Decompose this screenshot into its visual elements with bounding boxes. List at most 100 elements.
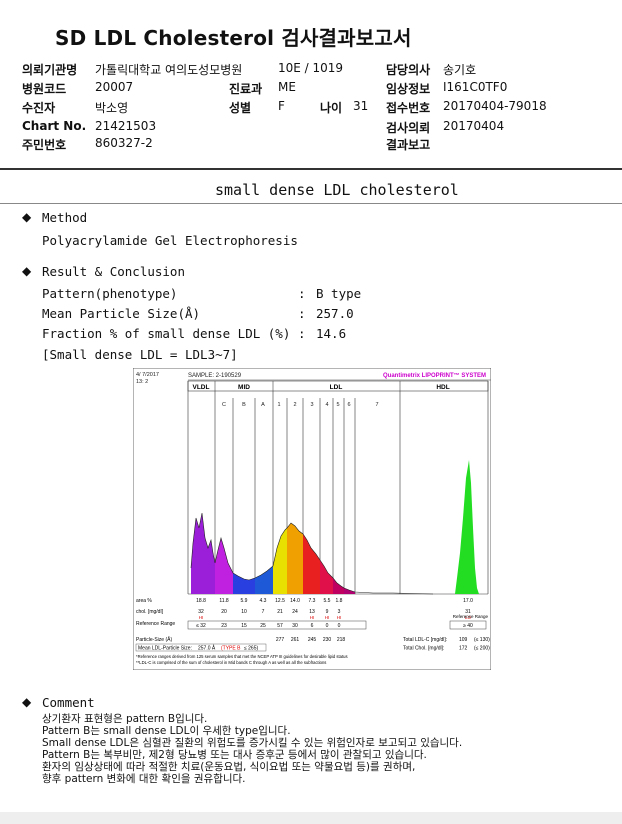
doctor-label: 담당의사 [386, 63, 431, 77]
chart-no-value: 21421503 [95, 119, 157, 133]
area-value: 5.9 [241, 598, 248, 604]
mean-ldl-label: Mean LDL-Particle Size: [138, 646, 192, 652]
footnote-2: **LDL-C is comprised of the sum of chole… [136, 660, 326, 665]
ref-value: 57 [277, 623, 283, 629]
chart-sample: SAMPLE: 2-190529 [188, 373, 242, 379]
page-bottom-bar [0, 812, 622, 824]
chart-time: 13: 2 [136, 379, 148, 385]
area-value: 11.8 [219, 598, 229, 604]
area-value: 5.5 [324, 598, 331, 604]
dept-value: ME [278, 80, 296, 94]
chol-value: 21 [277, 609, 283, 615]
footnote-1: *Reference ranges derived from 125 serum… [136, 654, 348, 659]
particle-size-label: Mean Particle Size(Å) [42, 306, 201, 321]
fraction-sep: : [298, 326, 306, 341]
title-divider [0, 203, 622, 204]
hdl-label: HDL [436, 384, 449, 391]
particle-size-value: 218 [337, 637, 346, 643]
band-c-label: C [222, 402, 226, 408]
mean-ldl-type: (TYPE B [221, 646, 241, 652]
method-value: Polyacrylamide Gel Electrophoresis [42, 233, 298, 248]
area-value: 1.8 [336, 598, 343, 604]
hospital-label: 의뢰기관명 [22, 63, 78, 77]
band-1-label: 1 [277, 402, 280, 408]
receipt-label: 접수번호 [386, 101, 431, 115]
particle-size-value: 257.0 [316, 306, 354, 321]
area-value: 12.5 [275, 598, 285, 604]
particle-size-value: 230 [323, 637, 332, 643]
ref-label: Reference Range [136, 621, 175, 627]
chol-flag: HI [337, 615, 342, 620]
comment-line: 상기환자 표현형은 pattern B입니다. [42, 713, 208, 725]
particle-size-value: 261 [291, 637, 300, 643]
chol-flag: HI [199, 615, 204, 620]
result-bullet-icon: ◆ [22, 264, 32, 278]
ref-value: 25 [260, 623, 266, 629]
area-value: 4.3 [260, 598, 267, 604]
hospital-value: 가톨릭대학교 여의도성모병원 [95, 63, 243, 77]
code-value: 20007 [95, 80, 134, 94]
pattern-value: B type [316, 286, 362, 301]
band-3-label: 3 [310, 402, 313, 408]
ref-value: ≥ 40 [463, 623, 473, 629]
result-heading: Result & Conclusion [42, 264, 185, 279]
report-date-label: 결과보고 [386, 138, 431, 152]
pattern-label: Pattern(phenotype) [42, 286, 178, 301]
area-value: 18.8 [196, 598, 206, 604]
section-title: small dense LDL cholesterol [215, 181, 459, 199]
chol-flag: HI [310, 615, 315, 620]
band-a-label: A [261, 402, 265, 408]
chart-brand: Quantimetrix LIPOPRINT™ SYSTEM [383, 372, 486, 379]
ref-value: 15 [241, 623, 247, 629]
comment-heading: Comment [42, 695, 95, 710]
report-title: SD LDL Cholesterol 검사결과보고서 [55, 26, 412, 50]
mean-ldl-value: 257.0 Å [198, 645, 216, 652]
chol-value: 24 [292, 609, 298, 615]
receipt-value: 20170404-79018 [443, 99, 547, 113]
sex-label: 성별 [229, 101, 252, 115]
area-value: 14.0 [290, 598, 300, 604]
band-2-label: 2 [293, 402, 296, 408]
patient-label: 수진자 [22, 101, 56, 115]
total-ldl-value: 109 [459, 637, 468, 643]
chol-flag: HI [325, 615, 330, 620]
age-label: 나이 [320, 101, 343, 115]
total-chol-label: Total Chol. [mg/dl]: [403, 646, 444, 652]
chol-value: 20 [221, 609, 227, 615]
particle-size-row-label: Particle-Size (Å) [136, 636, 172, 643]
band-4-label: 4 [325, 402, 328, 408]
comment-line: Pattern B는 복부비만, 제2형 당뇨병 또는 대사 증후군 등에서 많… [42, 749, 427, 761]
chol-label: chol. [mg/dl] [136, 609, 164, 615]
area-label: area % [136, 598, 152, 604]
method-bullet-icon: ◆ [22, 210, 32, 224]
area-value: 17.0 [463, 598, 473, 604]
total-chol-ref: (≤ 200) [474, 646, 490, 652]
sex-value: F [278, 99, 285, 113]
chart-no-label: Chart No. [22, 119, 87, 133]
pattern-sep: : [298, 286, 306, 301]
ldl-label: LDL [330, 384, 343, 391]
ref-value: 0 [338, 623, 341, 629]
comment-line: 향후 pattern 변화에 대한 확인을 권유합니다. [42, 773, 246, 785]
ref-value: 23 [221, 623, 227, 629]
vldl-label: VLDL [193, 384, 210, 391]
area-value: 7.3 [309, 598, 316, 604]
clinical-label: 임상정보 [386, 82, 431, 96]
age-value: 31 [353, 99, 369, 113]
doctor-value: 송기호 [443, 63, 477, 77]
band-b-label: B [242, 402, 246, 408]
fraction-value: 14.6 [316, 326, 347, 341]
comment-line: Pattern B는 small dense LDL이 우세한 type입니다. [42, 725, 291, 737]
chart-date: 4/ 7/2017 [136, 372, 159, 378]
chol-value: 7 [262, 609, 265, 615]
request-label: 검사의뢰 [386, 121, 431, 135]
resident-no-value: 860327-2 [95, 136, 153, 150]
particle-size-value: 245 [308, 637, 317, 643]
particle-size-sep: : [298, 306, 306, 321]
ref-value: 30 [292, 623, 298, 629]
dept-label: 진료과 [229, 82, 263, 96]
total-ldl-label: Total LDL-C [mg/dl]: [403, 637, 447, 643]
band-5-label: 5 [336, 402, 339, 408]
fraction-label: Fraction % of small dense LDL (%) [42, 326, 291, 341]
mid-label: MID [238, 384, 250, 391]
